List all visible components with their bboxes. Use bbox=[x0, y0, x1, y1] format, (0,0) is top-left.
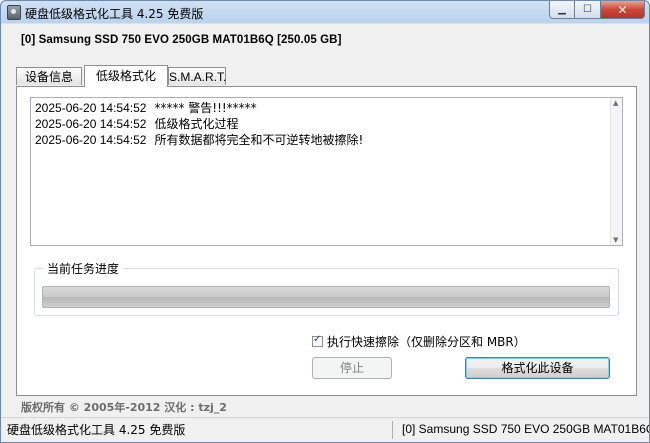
stop-button[interactable]: 停止 bbox=[312, 357, 392, 379]
window-title: 硬盘低级格式化工具 4.25 免费版 bbox=[25, 7, 204, 21]
log-line: 2025-06-20 14:54:52 低级格式化过程 bbox=[35, 116, 363, 132]
log-line: 2025-06-20 14:54:52 ***** 警告!!!***** bbox=[35, 100, 363, 116]
scroll-down-icon[interactable]: ▼ bbox=[613, 236, 618, 244]
progress-group: 当前任务进度 bbox=[34, 260, 619, 316]
quick-erase-checkbox[interactable] bbox=[312, 334, 323, 347]
log-lines: 2025-06-20 14:54:52 ***** 警告!!!***** 2025… bbox=[35, 100, 363, 148]
status-bar: 硬盘低级格式化工具 4.25 免费版 [0] Samsung SSD 750 E… bbox=[1, 417, 650, 442]
log-line: 2025-06-20 14:54:52 所有数据都将完全和不可逆转地被擦除! bbox=[35, 132, 363, 148]
maximize-button[interactable]: ☐ bbox=[575, 1, 601, 19]
status-divider bbox=[392, 421, 393, 439]
log-output[interactable]: 2025-06-20 14:54:52 ***** 警告!!!***** 2025… bbox=[30, 97, 623, 246]
hard-drive-icon bbox=[7, 5, 21, 20]
copyright-text: 版权所有 © 2005年-2012 汉化 : tzj_2 bbox=[21, 401, 227, 414]
app-window: 硬盘低级格式化工具 4.25 免费版 ▁ ☐ ✕ [0] Samsung SSD… bbox=[0, 0, 650, 443]
log-message: 低级格式化过程 bbox=[154, 117, 239, 131]
tab-low-level-format[interactable]: 低级格式化 bbox=[84, 65, 168, 87]
close-icon: ✕ bbox=[617, 2, 628, 17]
log-timestamp: 2025-06-20 14:54:52 bbox=[35, 133, 147, 147]
tab-smart[interactable]: S.M.A.R.T. bbox=[168, 67, 226, 85]
log-message: 所有数据都将完全和不可逆转地被擦除! bbox=[154, 133, 364, 147]
window-controls: ▁ ☐ ✕ bbox=[549, 1, 645, 19]
maximize-icon: ☐ bbox=[583, 4, 592, 15]
log-timestamp: 2025-06-20 14:54:52 bbox=[35, 117, 147, 131]
status-app-name: 硬盘低级格式化工具 4.25 免费版 bbox=[7, 423, 186, 437]
log-scrollbar[interactable]: ▲ ▼ bbox=[610, 98, 622, 245]
minimize-icon: ▁ bbox=[558, 4, 566, 15]
title-bar[interactable]: 硬盘低级格式化工具 4.25 免费版 ▁ ☐ ✕ bbox=[1, 1, 649, 23]
device-header: [0] Samsung SSD 750 EVO 250GB MAT01B6Q [… bbox=[21, 34, 342, 46]
format-device-button[interactable]: 格式化此设备 bbox=[465, 357, 610, 379]
quick-erase-option[interactable]: 执行快速擦除（仅删除分区和 MBR） bbox=[312, 333, 526, 350]
status-device: [0] Samsung SSD 750 EVO 250GB MAT01B6Q bbox=[402, 422, 650, 436]
quick-erase-label: 执行快速擦除（仅删除分区和 MBR） bbox=[327, 335, 526, 349]
close-button[interactable]: ✕ bbox=[601, 1, 645, 19]
progress-group-label: 当前任务进度 bbox=[43, 260, 124, 277]
tab-device-info[interactable]: 设备信息 bbox=[16, 67, 82, 85]
scroll-up-icon[interactable]: ▲ bbox=[613, 99, 618, 107]
log-timestamp: 2025-06-20 14:54:52 bbox=[35, 101, 147, 115]
minimize-button[interactable]: ▁ bbox=[549, 1, 575, 19]
task-progress-bar bbox=[42, 286, 610, 308]
log-message: ***** 警告!!!***** bbox=[154, 101, 257, 115]
format-tab-panel: 2025-06-20 14:54:52 ***** 警告!!!***** 2025… bbox=[16, 86, 637, 396]
